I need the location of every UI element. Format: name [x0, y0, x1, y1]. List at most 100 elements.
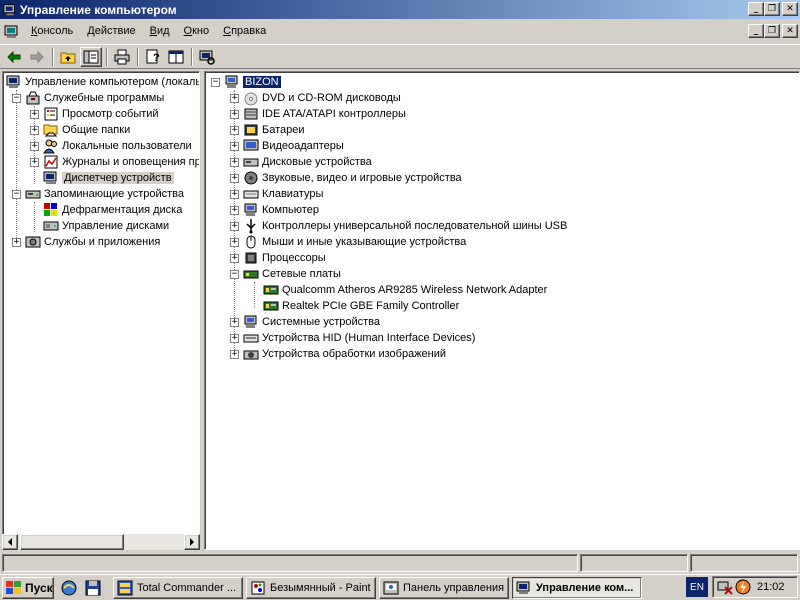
- device-category-imaging[interactable]: + Устройства обработки изображений: [230, 346, 446, 362]
- network-adapter-item[interactable]: Realtek PCIe GBE Family Controller: [263, 298, 459, 314]
- toolbar-separator: [137, 47, 139, 66]
- expand-icon[interactable]: +: [30, 125, 39, 135]
- minimize-button[interactable]: _: [748, 2, 764, 16]
- expand-icon[interactable]: +: [230, 349, 239, 359]
- task-total-commander[interactable]: Total Commander ...: [113, 576, 243, 599]
- floppy-icon[interactable]: [84, 579, 102, 597]
- properties-button[interactable]: ?: [142, 47, 164, 67]
- expand-icon[interactable]: +: [230, 237, 239, 247]
- device-category-sound[interactable]: + Звуковые, видео и игровые устройства: [230, 170, 462, 186]
- menu-action[interactable]: Действие: [80, 22, 142, 41]
- restore-button[interactable]: ❐: [764, 2, 780, 16]
- expand-icon[interactable]: +: [230, 333, 239, 343]
- device-category-mouse[interactable]: + Мыши и иные указывающие устройства: [230, 234, 466, 250]
- tree-item-logs-alerts[interactable]: + Журналы и оповещения пр: [30, 154, 199, 170]
- expand-icon[interactable]: +: [230, 317, 239, 327]
- scan-hardware-button[interactable]: [196, 47, 218, 67]
- child-close-button[interactable]: ✕: [782, 24, 798, 38]
- child-minimize-button[interactable]: _: [748, 24, 764, 38]
- network-adapter-item[interactable]: Qualcomm Atheros AR9285 Wireless Network…: [263, 282, 547, 298]
- menu-window[interactable]: Окно: [177, 22, 217, 41]
- back-icon: [7, 50, 21, 63]
- device-category-disk[interactable]: + Дисковые устройства: [230, 154, 372, 170]
- device-category-dvd[interactable]: + DVD и CD-ROM дисководы: [230, 90, 401, 106]
- start-button[interactable]: Пуск: [2, 576, 54, 599]
- expand-icon[interactable]: +: [30, 141, 39, 151]
- tree-item-local-users[interactable]: + Локальные пользователи: [30, 138, 192, 154]
- expand-icon[interactable]: +: [12, 237, 21, 247]
- menu-help[interactable]: Справка: [216, 22, 273, 41]
- expand-icon[interactable]: +: [30, 109, 39, 119]
- collapse-icon[interactable]: −: [12, 93, 21, 103]
- task-paint[interactable]: Безымянный - Paint: [246, 576, 376, 599]
- device-category-usb[interactable]: + Контроллеры универсальной последователь…: [230, 218, 567, 234]
- expand-icon[interactable]: +: [230, 221, 239, 231]
- scroll-thumb[interactable]: [20, 534, 124, 550]
- tree-item-shared-folders[interactable]: + Общие папки: [30, 122, 130, 138]
- device-tree[interactable]: − BIZON + DVD и CD-ROM дисководы + IDE ATA/AT…: [204, 71, 800, 550]
- expand-icon[interactable]: +: [230, 189, 239, 199]
- up-level-button[interactable]: [57, 47, 79, 67]
- device-category-display[interactable]: + Видеоадаптеры: [230, 138, 344, 154]
- back-button[interactable]: [3, 47, 25, 67]
- language-indicator[interactable]: EN: [686, 577, 708, 597]
- expand-icon[interactable]: +: [230, 109, 239, 119]
- show-hide-tree-button[interactable]: [80, 46, 102, 67]
- collapse-icon[interactable]: −: [211, 77, 220, 87]
- device-category-network[interactable]: − Сетевые платы: [230, 266, 341, 282]
- device-category-battery[interactable]: + Батареи: [230, 122, 305, 138]
- device-category-system[interactable]: + Системные устройства: [230, 314, 380, 330]
- device-tree-root[interactable]: − BIZON: [211, 74, 282, 90]
- expand-icon[interactable]: +: [230, 125, 239, 135]
- clock[interactable]: 21:02: [757, 581, 785, 593]
- tree-item-event-viewer[interactable]: + Просмотр событий: [30, 106, 159, 122]
- expand-icon[interactable]: +: [230, 157, 239, 167]
- menu-console[interactable]: Консоль: [24, 22, 80, 41]
- device-category-hid[interactable]: + Устройства HID (Human Interface Devices…: [230, 330, 475, 346]
- print-button[interactable]: [111, 47, 133, 67]
- expand-icon[interactable]: +: [230, 93, 239, 103]
- task-computer-management[interactable]: Управление ком...: [512, 576, 642, 599]
- computer-icon: [225, 75, 238, 88]
- tree-item-defrag[interactable]: Дефрагментация диска: [43, 202, 182, 218]
- forward-button[interactable]: [26, 47, 48, 67]
- tree-item-system-tools[interactable]: − Служебные программы: [12, 90, 164, 106]
- task-control-panel[interactable]: Панель управления: [379, 576, 509, 599]
- start-label: Пуск: [25, 580, 53, 595]
- expand-icon[interactable]: +: [230, 205, 239, 215]
- expand-icon[interactable]: +: [230, 141, 239, 151]
- close-button[interactable]: ✕: [782, 2, 798, 16]
- tree-item-storage[interactable]: − Запоминающие устройства: [12, 186, 184, 202]
- device-category-ide[interactable]: + IDE ATA/ATAPI контроллеры: [230, 106, 406, 122]
- device-manager-icon: [43, 171, 57, 184]
- console-tree[interactable]: Управление компьютером (локаль − Служебн…: [2, 71, 200, 550]
- expand-icon[interactable]: +: [230, 253, 239, 263]
- status-panel-3: [690, 554, 798, 572]
- expand-icon[interactable]: +: [30, 157, 39, 167]
- tree-root[interactable]: Управление компьютером (локаль: [6, 74, 199, 90]
- title-bar[interactable]: Управление компьютером _ ❐ ✕: [0, 0, 800, 19]
- horizontal-scrollbar[interactable]: [2, 534, 200, 550]
- device-category-keyboard[interactable]: + Клавиатуры: [230, 186, 323, 202]
- task-label: Безымянный - Paint: [270, 581, 371, 594]
- scroll-right-button[interactable]: [184, 534, 200, 550]
- scroll-left-button[interactable]: [2, 534, 18, 550]
- keyboard-icon: [243, 190, 259, 199]
- network-warning-icon[interactable]: [717, 579, 733, 595]
- menu-view[interactable]: Вид: [143, 22, 177, 41]
- help-button[interactable]: [165, 47, 187, 67]
- device-category-cpu[interactable]: + Процессоры: [230, 250, 326, 266]
- child-restore-button[interactable]: ❐: [764, 24, 780, 38]
- power-icon[interactable]: [735, 579, 751, 595]
- console-icon[interactable]: [4, 24, 20, 40]
- device-category-computer[interactable]: + Компьютер: [230, 202, 319, 218]
- device-label: Клавиатуры: [262, 188, 324, 200]
- expand-icon[interactable]: +: [230, 173, 239, 183]
- tree-item-device-manager[interactable]: Диспетчер устройств: [43, 170, 174, 186]
- device-label: Realtek PCIe GBE Family Controller: [282, 300, 460, 312]
- collapse-icon[interactable]: −: [12, 189, 21, 199]
- collapse-icon[interactable]: −: [230, 269, 239, 279]
- browser-icon[interactable]: [60, 579, 78, 597]
- tree-item-disk-management[interactable]: Управление дисками: [43, 218, 169, 234]
- tree-item-services[interactable]: + Службы и приложения: [12, 234, 160, 250]
